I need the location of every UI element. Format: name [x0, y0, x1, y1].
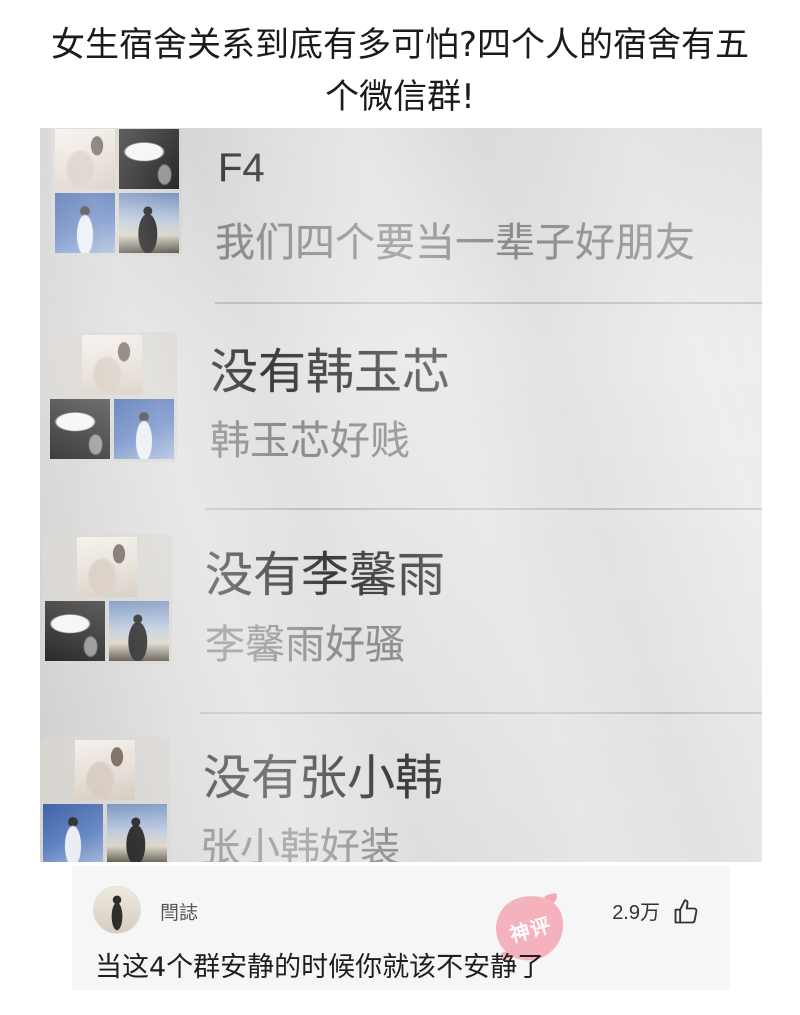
like-button[interactable]: 2.9万	[592, 896, 704, 928]
group-name: 没有张小韩	[203, 750, 444, 806]
group-name: 没有李馨雨	[205, 547, 446, 603]
like-count: 2.9万	[612, 902, 660, 924]
post-image[interactable]: F4 我们四个要当一辈子好朋友 没有韩玉芯 韩玉芯好贱 没有李馨雨 李馨雨好骚	[40, 128, 762, 862]
group-avatar	[52, 128, 182, 256]
top-comment: 閆誌 神评 2.9万 当这4个群安静的时候你就该不安静了	[72, 866, 730, 990]
commenter-avatar[interactable]	[93, 886, 141, 934]
divider	[200, 712, 762, 714]
group-avatar	[40, 737, 170, 862]
group-last-message: 我们四个要当一辈子好朋友	[215, 220, 695, 266]
avatar-tile	[43, 804, 103, 862]
avatar-tile	[119, 193, 179, 253]
avatar-tile	[109, 601, 169, 661]
avatar-tile	[55, 193, 115, 253]
group-name: F4	[218, 146, 265, 190]
avatar-tile	[45, 601, 105, 661]
avatar-tile	[50, 399, 110, 459]
group-avatar	[42, 534, 172, 664]
divider	[205, 508, 762, 510]
group-name: 没有韩玉芯	[210, 344, 451, 400]
group-avatar	[47, 332, 177, 462]
avatar-tile	[75, 740, 135, 800]
commenter-name[interactable]: 閆誌	[160, 901, 198, 925]
avatar-tile	[77, 537, 137, 597]
group-last-message: 李馨雨好骚	[205, 622, 405, 668]
avatar-tile	[114, 399, 174, 459]
avatar-tile	[107, 804, 167, 862]
avatar-tile	[119, 129, 179, 189]
avatar-tile	[82, 335, 142, 395]
avatar-tile	[55, 129, 115, 189]
group-last-message: 张小韩好装	[200, 825, 400, 862]
divider	[215, 302, 762, 304]
thumbs-up-icon[interactable]	[672, 898, 700, 926]
comment-text: 当这4个群安静的时候你就该不安静了	[95, 952, 545, 983]
group-last-message: 韩玉芯好贱	[210, 418, 410, 464]
post-title: 女生宿舍关系到底有多可怕?四个人的宿舍有五个微信群!	[50, 25, 750, 117]
